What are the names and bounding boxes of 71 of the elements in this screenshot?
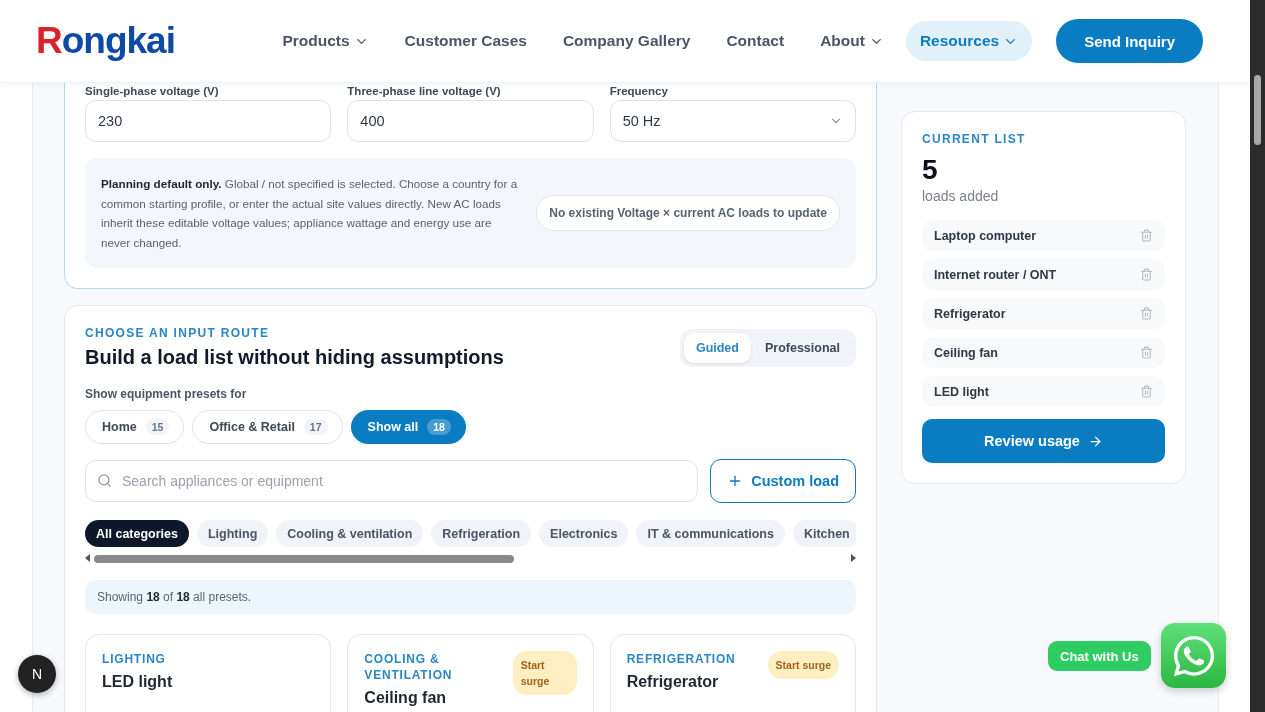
preset-card[interactable]: REFRIGERATION Refrigerator Start surge (609, 634, 856, 712)
status-pill: No existing Voltage × current AC loads to update (536, 195, 840, 231)
count-badge: 17 (303, 419, 328, 435)
nav-link[interactable]: Products (268, 21, 383, 61)
field-label: Single-phase voltage (V) (85, 85, 220, 97)
card-category: LIGHTING (102, 651, 167, 667)
scroll-thumb[interactable] (94, 554, 514, 563)
preset-filter[interactable]: Show all 18 (350, 410, 466, 444)
category-chip[interactable]: Lighting (197, 520, 269, 547)
field-label: Three-phase line voltage (V) (347, 85, 502, 97)
note-text: Planning default only. Global / not specified is selected. Choose a country for a common starting profile, or enter the actual site values directly. New AC loads inherit these editable voltage values; appliance wattage and energy use are never changed. (101, 176, 519, 251)
delete-icon[interactable] (1140, 307, 1153, 320)
preset-filter[interactable]: Home 15 (85, 410, 185, 444)
logo[interactable]: Rongkai (36, 20, 175, 62)
surge-badge: Start surge (767, 651, 839, 679)
results-status: Showing 18 of 18 all presets. (85, 580, 856, 614)
presets-label: Show equipment presets for (85, 387, 248, 401)
delete-icon[interactable] (1140, 229, 1153, 242)
category-chip[interactable]: IT & communications (636, 520, 785, 547)
mode-tab[interactable]: Professional (752, 332, 852, 363)
field-label: Frequency (609, 85, 669, 97)
card-title: Refrigerator (626, 673, 720, 691)
preset-filter[interactable]: Office & Retail 17 (192, 410, 343, 444)
load-name: LED light (934, 384, 989, 399)
card-category: COOLING & VENTILATION (364, 651, 454, 683)
eyebrow: CHOOSE AN INPUT ROUTE (85, 326, 271, 340)
eyebrow: CURRENT LIST (922, 132, 1027, 146)
arrow-icon (1087, 433, 1103, 449)
search-field[interactable]: Search appliances or equipment (85, 460, 699, 502)
card-title: LED light (102, 673, 173, 691)
scroll-left-icon[interactable] (85, 554, 90, 562)
scroll-thumb[interactable] (1254, 75, 1261, 145)
dev-badge[interactable]: N (18, 655, 56, 693)
load-name: Internet router / ONT (934, 267, 1057, 282)
section-title: Build a load list without hiding assumptions (85, 346, 504, 369)
category-chip[interactable]: All categories (85, 520, 189, 547)
load-name: Ceiling fan (934, 345, 998, 360)
nav-link[interactable]: About (806, 21, 898, 61)
frequency-select[interactable]: 50 Hz (609, 100, 856, 142)
custom-load-button[interactable]: Custom load (710, 459, 856, 503)
input-field[interactable]: 400 (347, 100, 594, 142)
input-field[interactable]: 230 (85, 100, 332, 142)
preset-card[interactable]: COOLING & VENTILATION Ceiling fan Start surge (347, 634, 594, 712)
whatsapp-button[interactable] (1161, 623, 1226, 688)
delete-icon[interactable] (1140, 346, 1153, 359)
scroll-right-icon[interactable] (851, 554, 856, 562)
nav-link[interactable]: Contact (712, 21, 799, 61)
preset-card[interactable]: LIGHTING LED light (85, 634, 332, 712)
count-caption: loads added (922, 188, 1000, 204)
card-title: Ceiling fan (364, 689, 448, 707)
card-category: REFRIGERATION (626, 651, 736, 667)
category-chip[interactable]: Refrigeration (431, 520, 532, 547)
delete-icon[interactable] (1140, 268, 1153, 281)
mode-tab[interactable]: Guided (683, 332, 751, 363)
load-count: 5 (922, 154, 939, 186)
delete-icon[interactable] (1140, 385, 1153, 398)
search-icon (97, 473, 112, 488)
load-name: Refrigerator (934, 306, 1006, 321)
nav-link[interactable]: Company Gallery (548, 21, 705, 61)
category-chip[interactable]: Cooling & ventilation (276, 520, 424, 547)
count-badge: 15 (145, 419, 170, 435)
load-name: Laptop computer (934, 228, 1037, 243)
category-chip[interactable]: Kitchen (792, 520, 856, 547)
review-usage-button[interactable]: Review usage (922, 419, 1165, 463)
send-inquiry-button[interactable]: Send Inquiry (1056, 19, 1203, 63)
surge-badge: Start surge (512, 651, 577, 695)
scrollbar[interactable] (1250, 0, 1265, 712)
nav-link[interactable]: Customer Cases (390, 21, 541, 61)
nav-link[interactable]: Resources (905, 21, 1033, 61)
count-badge: 18 (427, 419, 451, 435)
category-chip[interactable]: Electronics (539, 520, 629, 547)
